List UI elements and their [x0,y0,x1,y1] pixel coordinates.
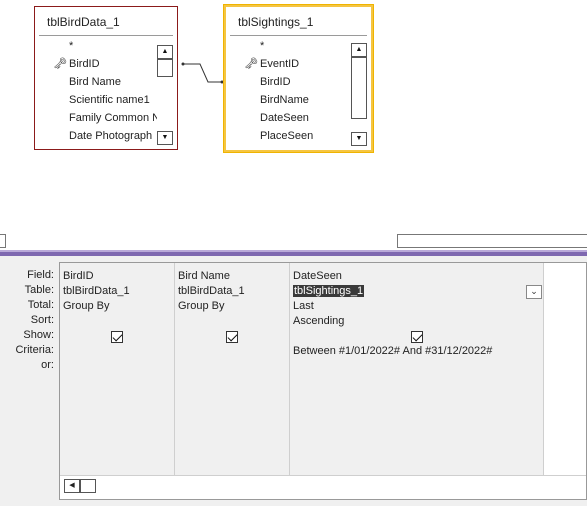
field-label: EventID [260,58,300,70]
scroll-left-arrow-icon[interactable]: ◀ [64,479,80,493]
show-checkbox[interactable] [226,331,238,343]
field-label: BirdID [260,76,291,88]
show-checkbox[interactable] [111,331,123,343]
table-cell[interactable]: tblSightings_1 [293,284,523,299]
field-label: Scientific name1 [69,94,150,106]
field-item-dateseen[interactable]: DateSeen [230,109,351,127]
scroll-up-arrow-icon[interactable]: ▲ [351,43,367,57]
scroll-down-arrow-icon[interactable]: ▼ [351,132,367,146]
total-cell[interactable]: Group By [63,299,171,314]
field-cell[interactable]: BirdID [63,269,171,284]
field-label: BirdName [260,94,309,106]
field-item-all[interactable]: * [39,37,157,55]
field-label: DateSeen [260,112,309,124]
criteria-cell[interactable] [63,344,171,359]
field-label: Family Common N [69,112,157,124]
row-label-criteria: Criteria: [15,344,54,356]
selected-table-text[interactable]: tblSightings_1 [293,285,365,297]
divider [230,35,367,36]
total-cell[interactable]: Group By [178,299,286,314]
field-item-date-photographed[interactable]: Date Photograph [39,127,157,145]
grid-column-bird-name[interactable]: Bird Name tblBirdData_1 Group By [175,263,290,487]
query-design-grid[interactable]: BirdID tblBirdData_1 Group By Bird Name … [59,262,587,500]
sort-cell[interactable]: Ascending [293,314,540,329]
grid-column-empty[interactable] [544,263,586,487]
field-list-scrollbar[interactable]: ▲ ▼ [157,45,173,145]
field-item-all[interactable]: * [230,37,351,55]
field-cell[interactable]: DateSeen [293,269,540,284]
field-label: Date Photograph [69,130,153,142]
scroll-up-arrow-icon[interactable]: ▲ [157,45,173,59]
query-design-grid-pane: Field: Table: Total: Sort: Show: Criteri… [0,256,587,506]
grid-column-birdid[interactable]: BirdID tblBirdData_1 Group By [60,263,175,487]
field-item-birdid[interactable]: 🗝 BirdID [39,55,157,73]
field-list-title[interactable]: tblBirdData_1 [47,15,120,29]
grid-column-dateseen[interactable]: DateSeen tblSightings_1 ⌄ Last Ascending… [290,263,544,487]
field-label: BirdID [69,58,100,70]
criteria-cell[interactable]: Between #1/01/2022# And #31/12/2022# [293,344,540,359]
chevron-down-icon[interactable]: ⌄ [526,285,542,299]
grid-horizontal-scrollbar[interactable]: ◀ [64,479,96,493]
row-label-show: Show: [23,329,54,341]
scroll-down-arrow-icon[interactable]: ▼ [157,131,173,145]
row-label-table: Table: [24,284,54,296]
field-list-tblSightings_1[interactable]: tblSightings_1 * 🗝 EventID BirdID BirdNam… [224,5,373,152]
scrollbar-thumb[interactable] [80,479,96,493]
criteria-cell[interactable] [178,344,286,359]
row-label-or: or: [41,359,54,371]
primary-key-icon: 🗝 [53,58,67,70]
field-list-scrollbar[interactable]: ▲ ▼ [351,43,367,146]
field-list-items: * 🗝 EventID BirdID BirdName DateSeen Plac… [230,37,351,146]
sort-cell[interactable] [178,314,286,329]
grid-horizontal-scrollbar-track [60,475,586,499]
table-pane-horizontal-scrollbar[interactable] [0,232,587,250]
table-cell[interactable]: tblBirdData_1 [63,284,171,299]
field-item-eventid[interactable]: 🗝 EventID [230,55,351,73]
show-checkbox[interactable] [411,331,423,343]
field-item-birdid[interactable]: BirdID [230,73,351,91]
table-cell[interactable]: tblBirdData_1 [178,284,286,299]
scrollbar-thumb[interactable] [157,59,173,77]
field-list-items: * 🗝 BirdID Bird Name Scientific name1 Fam… [39,37,157,145]
field-item-family-common-name[interactable]: Family Common N [39,109,157,127]
field-item-placeseen[interactable]: PlaceSeen [230,127,351,145]
scrollbar-left-segment[interactable] [0,234,6,248]
field-item-bird-name[interactable]: Bird Name [39,73,157,91]
field-label: * [260,40,265,52]
scrollbar-thumb[interactable] [351,57,367,119]
field-list-title[interactable]: tblSightings_1 [238,15,313,29]
field-item-scientific-name[interactable]: Scientific name1 [39,91,157,109]
query-design-table-pane[interactable]: tblBirdData_1 * 🗝 BirdID Bird Name Scient… [0,0,587,232]
field-item-birdname[interactable]: BirdName [230,91,351,109]
row-label-field: Field: [27,269,54,281]
divider [39,35,173,36]
field-label: Bird Name [69,76,121,88]
field-list-tblBirdData_1[interactable]: tblBirdData_1 * 🗝 BirdID Bird Name Scient… [34,6,178,150]
row-label-sort: Sort: [30,314,54,326]
field-cell[interactable]: Bird Name [178,269,286,284]
field-label: * [69,40,74,52]
field-label: PlaceSeen [260,130,314,142]
primary-key-icon: 🗝 [244,58,258,70]
sort-cell[interactable] [63,314,171,329]
scrollbar-thumb[interactable] [397,234,587,248]
total-cell[interactable]: Last [293,299,540,314]
grid-row-labels: Field: Table: Total: Sort: Show: Criteri… [0,268,56,373]
row-label-total: Total: [27,299,54,311]
